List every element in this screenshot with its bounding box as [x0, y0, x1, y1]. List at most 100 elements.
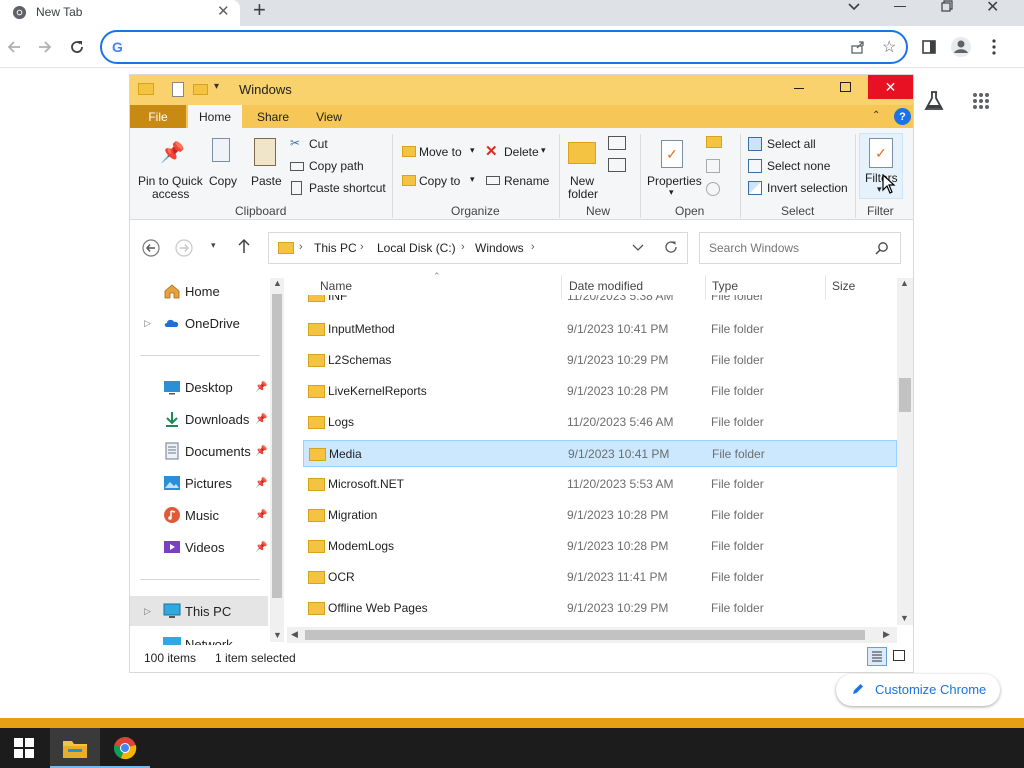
nav-home[interactable]: Home	[130, 276, 270, 306]
new-tab-button[interactable]: +	[253, 0, 266, 23]
history-icon[interactable]	[706, 182, 720, 196]
nav-scrollbar[interactable]: ▲ ▼	[270, 278, 284, 642]
search-windows-field[interactable]: Search Windows	[699, 232, 901, 264]
column-header-size[interactable]: Size	[832, 279, 855, 293]
properties-quick-icon[interactable]	[172, 82, 184, 97]
table-row[interactable]: InputMethod 9/1/2023 10:41 PM File folder	[303, 316, 897, 343]
table-row[interactable]: OCR 9/1/2023 11:41 PM File folder	[303, 564, 897, 591]
scroll-thumb[interactable]	[899, 378, 911, 412]
copy-path-button[interactable]: Copy path	[290, 158, 380, 176]
share-icon[interactable]	[850, 39, 866, 55]
properties-button[interactable]: ✓ Properties ▾	[645, 132, 702, 200]
file-scrollbar-vertical[interactable]: ▲ ▼	[897, 278, 913, 625]
explorer-maximize-icon[interactable]	[840, 82, 851, 92]
breadcrumb-windows[interactable]: Windows	[475, 241, 524, 255]
table-row[interactable]: ModemLogs 9/1/2023 10:28 PM File folder	[303, 533, 897, 560]
tab-file[interactable]: File	[130, 105, 186, 128]
filters-button[interactable]: ✓ Filters ▾	[859, 133, 903, 199]
bookmark-star-icon[interactable]: ☆	[882, 37, 896, 57]
scroll-down-icon[interactable]: ▼	[900, 613, 909, 623]
nav-videos[interactable]: Videos 📌	[130, 532, 270, 562]
side-panel-icon[interactable]	[915, 33, 943, 61]
paste-shortcut-button[interactable]: Paste shortcut	[290, 180, 390, 198]
tab-search-icon[interactable]	[847, 0, 861, 14]
forward-button[interactable]	[31, 33, 59, 61]
pin-quick-access-button[interactable]: 📌 Pin to Quick access	[136, 132, 203, 201]
new-folder-button[interactable]: New folder	[564, 132, 602, 201]
tab-home[interactable]: Home	[188, 105, 242, 128]
table-row[interactable]: INF 11/20/2023 5:38 AM File folder	[303, 295, 897, 305]
table-row[interactable]: LiveKernelReports 9/1/2023 10:28 PM File f…	[303, 378, 897, 405]
table-row[interactable]: Microsoft.NET 11/20/2023 5:53 AM File fold…	[303, 471, 897, 498]
tab-share[interactable]: Share	[248, 105, 298, 128]
labs-flask-icon[interactable]	[922, 89, 946, 113]
scroll-up-icon[interactable]: ▲	[900, 278, 909, 288]
nav-desktop[interactable]: Desktop 📌	[130, 372, 270, 402]
rename-button[interactable]: Rename	[484, 171, 554, 191]
scroll-thumb[interactable]	[272, 294, 282, 598]
windows-start-icon[interactable]	[14, 738, 34, 758]
column-header-date[interactable]: Date modified	[569, 279, 643, 293]
move-to-button[interactable]: Move to ▾	[400, 142, 478, 162]
omnibox[interactable]: G ☆	[100, 30, 908, 64]
table-row[interactable]: L2Schemas 9/1/2023 10:29 PM File folder	[303, 347, 897, 374]
scroll-left-icon[interactable]: ◀	[291, 629, 298, 640]
delete-button[interactable]: ✕ Delete ▾	[484, 142, 554, 162]
address-bar[interactable]: › This PC › Local Disk (C:) › Windows ›	[268, 232, 688, 264]
column-header-type[interactable]: Type	[712, 279, 738, 293]
back-button[interactable]	[0, 33, 28, 61]
scroll-up-icon[interactable]: ▲	[273, 278, 282, 288]
large-icons-view-icon[interactable]	[893, 650, 905, 661]
table-row[interactable]: Logs 11/20/2023 5:46 AM File folder	[303, 409, 897, 436]
new-folder-quick-icon[interactable]	[193, 84, 208, 95]
address-dropdown-icon[interactable]	[632, 242, 644, 252]
explorer-minimize-icon[interactable]	[794, 88, 804, 89]
select-all-button[interactable]: Select all	[747, 136, 847, 154]
tab-new-tab[interactable]: New Tab ✕	[0, 0, 240, 26]
copy-button[interactable]: Copy	[206, 132, 240, 200]
breadcrumb-this-pc[interactable]: This PC	[314, 241, 357, 255]
table-row[interactable]: Migration 9/1/2023 10:28 PM File folder	[303, 502, 897, 529]
reload-button[interactable]	[63, 33, 91, 61]
column-header-name[interactable]: Name	[320, 279, 352, 293]
search-icon[interactable]	[875, 241, 889, 255]
chrome-menu-icon[interactable]	[980, 33, 1008, 61]
customize-qat-icon[interactable]: ▾	[214, 81, 219, 92]
search-input[interactable]: Search Windows	[709, 241, 799, 255]
nav-documents[interactable]: Documents 📌	[130, 436, 270, 466]
close-window-icon[interactable]: ✕	[986, 0, 999, 17]
file-scrollbar-horizontal[interactable]: ◀ ▶	[287, 627, 897, 643]
customize-chrome-button[interactable]: Customize Chrome	[836, 674, 1000, 706]
nav-onedrive[interactable]: ▷ OneDrive	[130, 308, 270, 338]
easy-access-icon[interactable]	[608, 158, 626, 172]
select-none-button[interactable]: Select none	[747, 158, 847, 176]
paste-button[interactable]: Paste	[248, 132, 284, 200]
open-icon[interactable]	[706, 136, 722, 148]
refresh-icon[interactable]	[664, 240, 678, 254]
expand-chevron-icon[interactable]: ▷	[144, 606, 151, 617]
forward-nav-icon[interactable]	[175, 239, 193, 257]
nav-network-clipped[interactable]: Network	[130, 632, 270, 645]
new-item-icon[interactable]	[608, 136, 626, 150]
nav-downloads[interactable]: Downloads 📌	[130, 404, 270, 434]
chrome-taskbar-button[interactable]	[100, 728, 150, 768]
help-icon[interactable]: ?	[894, 108, 911, 125]
back-nav-icon[interactable]	[142, 239, 160, 257]
invert-selection-button[interactable]: Invert selection	[747, 180, 857, 198]
scroll-down-icon[interactable]: ▼	[273, 630, 282, 640]
tab-close-icon[interactable]: ✕	[217, 2, 230, 20]
recent-locations-icon[interactable]: ▾	[211, 240, 216, 251]
edit-icon[interactable]	[706, 159, 720, 173]
up-arrow-icon[interactable]	[237, 238, 251, 254]
table-row[interactable]: Offline Web Pages 9/1/2023 10:29 PM File f…	[303, 595, 897, 622]
copy-to-button[interactable]: Copy to ▾	[400, 171, 478, 191]
table-row[interactable]: Media 9/1/2023 10:41 PM File folder	[303, 440, 897, 467]
cut-button[interactable]: ✂ Cut	[290, 136, 370, 154]
collapse-ribbon-icon[interactable]: ⌃	[872, 110, 880, 121]
scroll-thumb[interactable]	[305, 630, 865, 640]
expand-chevron-icon[interactable]: ▷	[144, 318, 151, 329]
file-explorer-taskbar-button[interactable]	[50, 728, 100, 768]
breadcrumb-local-disk[interactable]: Local Disk (C:)	[377, 241, 456, 255]
nav-this-pc[interactable]: ▷ This PC	[130, 596, 268, 626]
scroll-right-icon[interactable]: ▶	[883, 629, 890, 640]
